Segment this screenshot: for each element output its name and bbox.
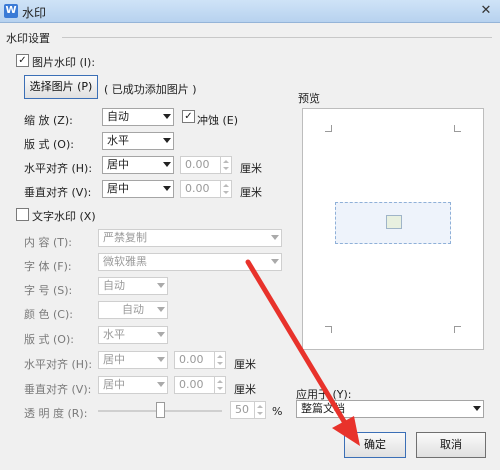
annotation-arrow-icon <box>245 259 360 446</box>
